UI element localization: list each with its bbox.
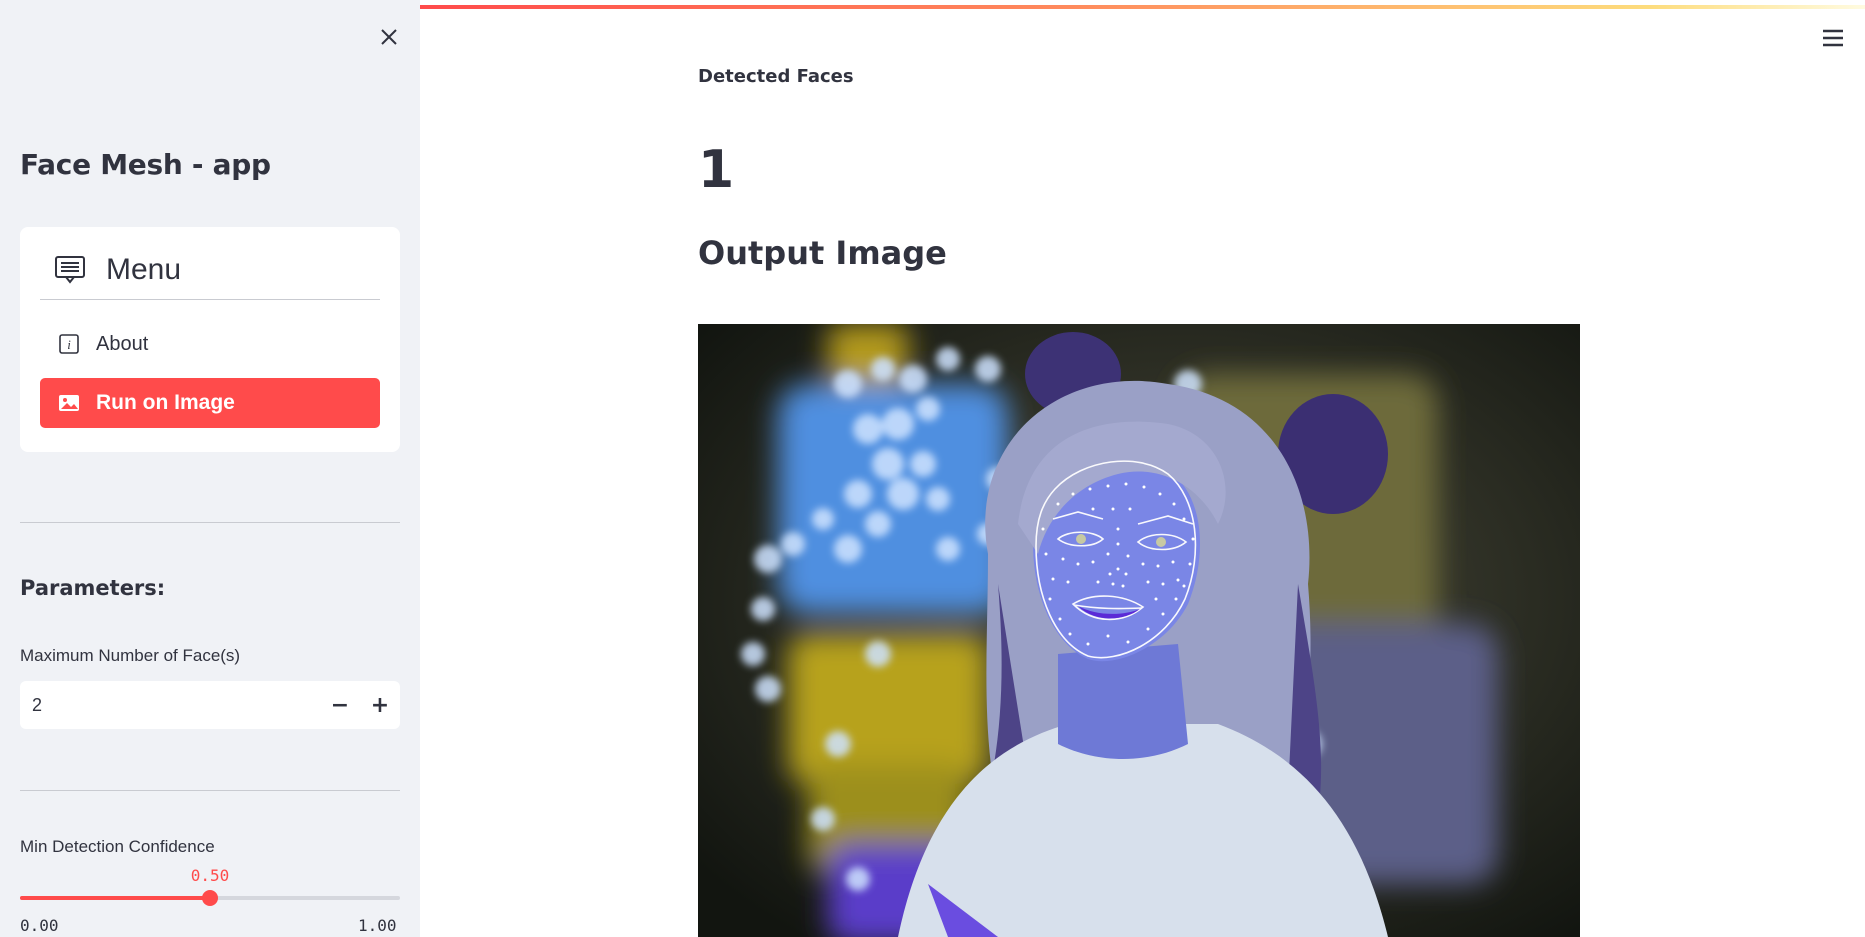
close-icon <box>381 29 397 45</box>
sidebar: Face Mesh - app Menu i About Run on Imag… <box>0 0 420 937</box>
increment-button[interactable]: + <box>360 681 400 729</box>
output-image-heading: Output Image <box>698 234 947 272</box>
menu-item-label: Run on Image <box>96 391 235 414</box>
menu-header: Menu <box>40 241 380 300</box>
close-sidebar-button[interactable] <box>374 22 404 52</box>
menu-list-icon <box>55 256 85 284</box>
detected-faces-value: 1 <box>698 140 735 200</box>
hamburger-menu-icon[interactable] <box>1820 26 1846 50</box>
face-mesh-photo <box>698 324 1580 937</box>
parameters-heading: Parameters: <box>20 576 166 600</box>
menu-item-about[interactable]: i About <box>40 319 380 369</box>
divider <box>20 790 400 791</box>
menu-item-label: About <box>96 332 149 355</box>
max-faces-input[interactable]: 2 <box>20 695 320 716</box>
output-image <box>698 324 1580 937</box>
decrement-button[interactable]: − <box>320 681 360 729</box>
slider-current-value: 0.50 <box>190 866 230 885</box>
detected-faces-label: Detected Faces <box>698 66 854 87</box>
svg-text:i: i <box>67 337 71 352</box>
confidence-slider[interactable] <box>20 890 400 906</box>
slider-fill <box>20 896 210 900</box>
app-title: Face Mesh - app <box>20 148 271 181</box>
max-faces-label: Maximum Number of Face(s) <box>20 646 241 665</box>
confidence-label: Min Detection Confidence <box>20 837 215 856</box>
slider-min-label: 0.00 <box>20 916 59 935</box>
menu-card: Menu i About Run on Image <box>20 227 400 452</box>
divider <box>20 522 400 523</box>
max-faces-stepper: 2 − + <box>20 681 400 729</box>
menu-item-run-on-image[interactable]: Run on Image <box>40 378 380 428</box>
menu-title: Menu <box>106 253 182 286</box>
top-decoration-bar <box>420 5 1865 9</box>
slider-thumb[interactable] <box>202 890 218 906</box>
slider-max-label: 1.00 <box>358 916 397 935</box>
image-icon <box>58 392 80 414</box>
info-icon: i <box>58 333 80 355</box>
